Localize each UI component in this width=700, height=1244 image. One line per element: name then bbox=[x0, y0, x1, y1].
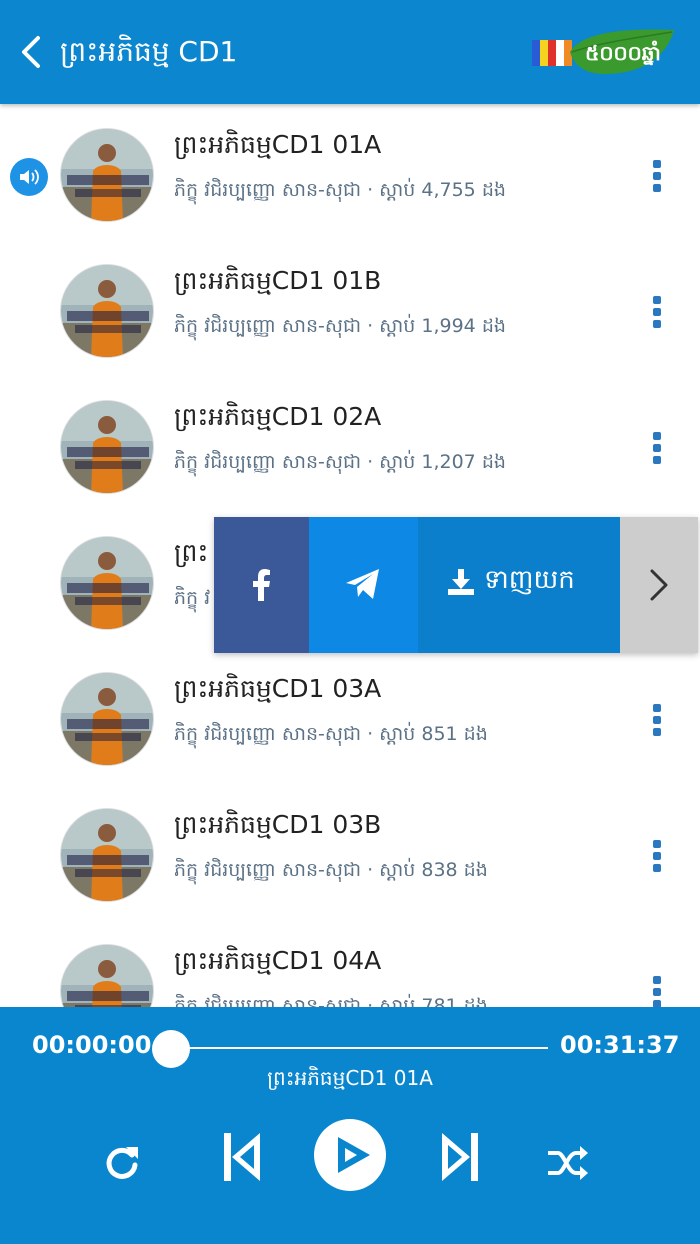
track-title: ព្រះអភិធម្មCD1 01A bbox=[174, 130, 382, 159]
share-menu: ទាញយក bbox=[214, 517, 698, 653]
track-title: ព្រះអភិធម្មCD1 04A bbox=[174, 946, 382, 975]
monk-photo bbox=[61, 129, 153, 221]
download-button[interactable]: ទាញយក bbox=[418, 517, 620, 653]
logo-text: ៥០០០ឆ្នាំ bbox=[585, 41, 661, 65]
back-button[interactable] bbox=[14, 30, 50, 74]
track-title: ព្រះអភិធម្មCD1 01B bbox=[174, 266, 382, 295]
list-item[interactable]: ព្រះអភិធម្មCD1 03A ភិក្ខុ វជិរប្បញ្ញោ សា… bbox=[0, 648, 700, 784]
monk-photo bbox=[61, 401, 153, 493]
previous-button[interactable] bbox=[222, 1131, 262, 1183]
app-logo: ៥០០០ឆ្នាំ bbox=[530, 26, 678, 78]
play-icon bbox=[338, 1137, 370, 1173]
track-subtitle: ភិក្ខុ វ bbox=[174, 587, 211, 609]
total-time: 00:31:37 bbox=[560, 1031, 680, 1059]
track-title: ព្រះអភិធម្មCD1 02A bbox=[174, 402, 382, 431]
page-title: ព្រះអភិធម្ម CD1 bbox=[60, 35, 238, 68]
seek-thumb[interactable] bbox=[152, 1030, 190, 1068]
more-options-button[interactable] bbox=[646, 700, 668, 740]
share-more-button[interactable] bbox=[620, 517, 698, 653]
track-subtitle: ភិក្ខុ វជិរប្បញ្ញោ សាន-សុជា · ស្តាប់ 4,7… bbox=[174, 179, 506, 201]
more-options-button[interactable] bbox=[646, 292, 668, 332]
monk-photo bbox=[61, 265, 153, 357]
chevron-left-icon bbox=[22, 36, 40, 68]
repeat-button[interactable] bbox=[102, 1143, 142, 1183]
telegram-icon bbox=[346, 569, 379, 599]
avatar bbox=[60, 536, 154, 630]
current-time: 00:00:00 bbox=[32, 1031, 152, 1059]
more-options-button[interactable] bbox=[646, 156, 668, 196]
list-item[interactable]: ព្រះអភិធម្មCD1 02A ភិក្ខុ វជិរប្បញ្ញោ សា… bbox=[0, 376, 700, 512]
repeat-icon bbox=[106, 1147, 138, 1179]
monk-photo bbox=[61, 945, 153, 1008]
avatar bbox=[60, 944, 154, 1008]
track-subtitle: ភិក្ខុ វជិរប្បញ្ញោ សាន-សុជា · ស្តាប់ 838… bbox=[174, 859, 488, 881]
avatar bbox=[60, 400, 154, 494]
list-item[interactable]: ព្រះអភិធម្មCD1 04A ភិក្ខុ វជិរប្បញ្ញោ សា… bbox=[0, 920, 700, 1008]
audio-player: 00:00:00 00:31:37 ព្រះអភិធម្មCD1 01A bbox=[0, 1007, 700, 1244]
track-subtitle: ភិក្ខុ វជិរប្បញ្ញោ សាន-សុជា · ស្តាប់ 851… bbox=[174, 723, 488, 745]
monk-photo bbox=[61, 809, 153, 901]
speaker-icon bbox=[20, 169, 39, 185]
avatar bbox=[60, 264, 154, 358]
download-icon bbox=[448, 569, 474, 595]
track-subtitle: ភិក្ខុ វជិរប្បញ្ញោ សាន-សុជា · ស្តាប់ 781… bbox=[174, 995, 488, 1008]
play-button[interactable] bbox=[314, 1119, 386, 1191]
now-playing-badge bbox=[10, 158, 48, 196]
track-subtitle: ភិក្ខុ វជិរប្បញ្ញោ សាន-សុជា · ស្តាប់ 1,2… bbox=[174, 451, 506, 473]
chevron-right-icon bbox=[650, 569, 668, 601]
track-title: ព្រះអភិធម្មCD1 03B bbox=[174, 810, 382, 839]
shuffle-icon bbox=[548, 1146, 588, 1180]
avatar bbox=[60, 808, 154, 902]
shuffle-button[interactable] bbox=[546, 1143, 590, 1183]
share-facebook-button[interactable] bbox=[214, 517, 309, 653]
more-options-button[interactable] bbox=[646, 972, 668, 1008]
list-item[interactable]: ព្រះអភិធម្មCD1 03B ភិក្ខុ វជិរប្បញ្ញោ សា… bbox=[0, 784, 700, 920]
track-title: ព្រះអភិធម្មCD1 03A bbox=[174, 674, 382, 703]
share-telegram-button[interactable] bbox=[309, 517, 418, 653]
next-button[interactable] bbox=[440, 1131, 480, 1183]
app-header: ព្រះអភិធម្ម CD1 ៥០០០ឆ្នាំ bbox=[0, 0, 700, 104]
monk-photo bbox=[61, 673, 153, 765]
now-playing-title: ព្រះអភិធម្មCD1 01A bbox=[267, 1066, 433, 1090]
monk-photo bbox=[61, 537, 153, 629]
avatar bbox=[60, 672, 154, 766]
avatar bbox=[60, 128, 154, 222]
track-title: ព្រះ bbox=[174, 538, 209, 567]
facebook-icon bbox=[253, 569, 270, 601]
skip-previous-icon bbox=[224, 1133, 260, 1181]
list-item[interactable]: ព្រះអភិធម្មCD1 01A ភិក្ខុ វជិរប្បញ្ញោ សា… bbox=[0, 104, 700, 240]
download-label: ទាញយក bbox=[484, 565, 575, 595]
more-options-button[interactable] bbox=[646, 428, 668, 468]
skip-next-icon bbox=[442, 1133, 478, 1181]
list-item[interactable]: ព្រះអភិធម្មCD1 01B ភិក្ខុ វជិរប្បញ្ញោ សា… bbox=[0, 240, 700, 376]
more-options-button[interactable] bbox=[646, 836, 668, 876]
track-subtitle: ភិក្ខុ វជិរប្បញ្ញោ សាន-សុជា · ស្តាប់ 1,9… bbox=[174, 315, 506, 337]
seek-bar[interactable] bbox=[172, 1047, 548, 1049]
